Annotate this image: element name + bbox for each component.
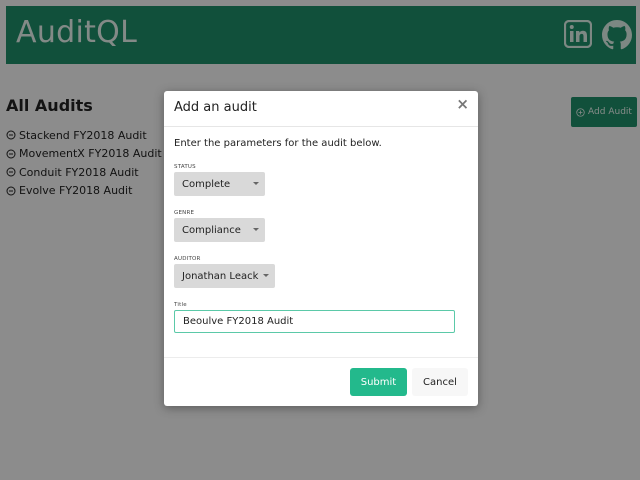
genre-select[interactable]: Compliance: [174, 218, 265, 242]
modal-header: Add an audit ×: [164, 91, 478, 127]
modal-title: Add an audit: [174, 100, 257, 115]
auditor-value: Jonathan Leack: [182, 270, 259, 282]
chevron-down-icon: [253, 182, 259, 185]
title-input[interactable]: [174, 310, 455, 333]
submit-button[interactable]: Submit: [350, 368, 407, 396]
chevron-down-icon: [253, 228, 259, 231]
title-label: Title: [174, 302, 187, 308]
status-value: Complete: [182, 178, 231, 190]
modal-footer-divider: [164, 357, 478, 358]
chevron-down-icon: [263, 274, 269, 277]
close-icon[interactable]: ×: [456, 95, 469, 113]
status-select[interactable]: Complete: [174, 172, 265, 196]
cancel-button[interactable]: Cancel: [412, 368, 468, 396]
genre-value: Compliance: [182, 224, 241, 236]
auditor-label: AUDITOR: [174, 256, 201, 262]
auditor-select[interactable]: Jonathan Leack: [174, 264, 275, 288]
status-label: STATUS: [174, 164, 196, 170]
genre-label: GENRE: [174, 210, 195, 216]
add-audit-modal: Add an audit × Enter the parameters for …: [164, 91, 478, 406]
modal-intro: Enter the parameters for the audit below…: [174, 138, 382, 149]
